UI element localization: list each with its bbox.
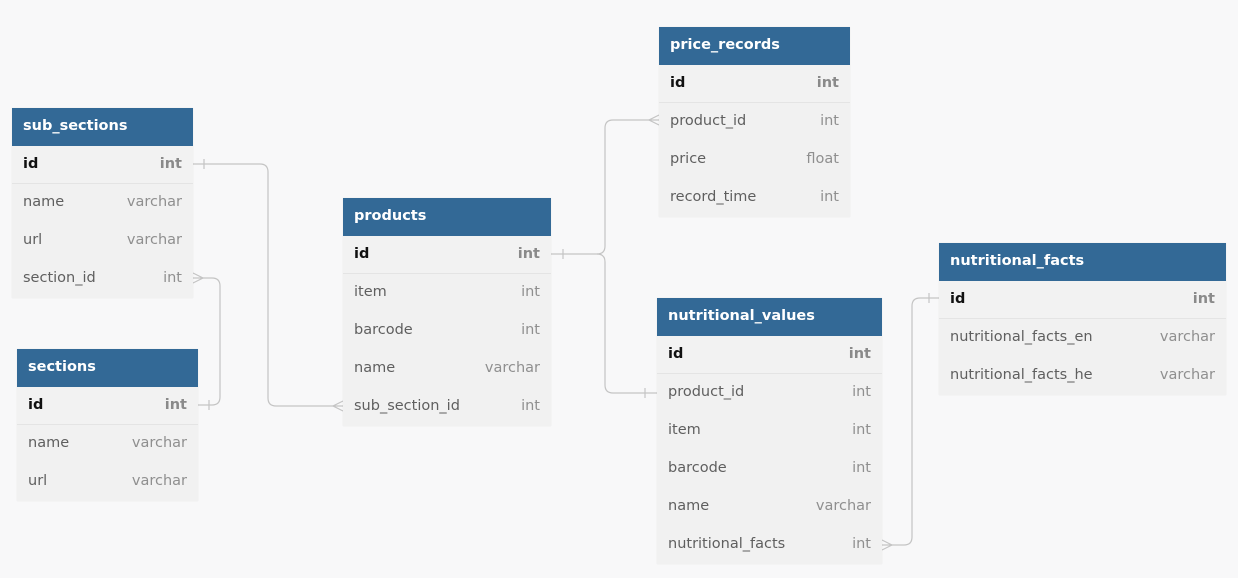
column-name: id — [23, 156, 39, 172]
column-row[interactable]: item int — [343, 274, 551, 312]
column-row[interactable]: id int — [657, 336, 882, 374]
column-row[interactable]: record_time int — [659, 179, 850, 217]
column-row[interactable]: name varchar — [12, 184, 193, 222]
column-type: int — [852, 384, 871, 400]
column-type: int — [852, 422, 871, 438]
column-row[interactable]: id int — [12, 146, 193, 184]
column-type: int — [848, 346, 871, 362]
table-header[interactable]: sections — [17, 349, 198, 387]
column-name: barcode — [668, 460, 727, 476]
column-row[interactable]: nutritional_facts int — [657, 526, 882, 564]
column-row[interactable]: id int — [659, 65, 850, 103]
column-name: name — [28, 435, 70, 451]
rel-nutritionalfacts-nutritionalvalues-line[interactable] — [882, 297, 939, 546]
table-sections[interactable]: sections id int name varchar url varchar — [17, 349, 198, 501]
column-row[interactable]: product_id int — [657, 374, 882, 412]
column-row[interactable]: price float — [659, 141, 850, 179]
table-header[interactable]: price_records — [659, 27, 850, 65]
column-type: varchar — [1159, 329, 1215, 345]
column-type: int — [521, 284, 540, 300]
column-name: record_time — [670, 189, 757, 205]
column-row[interactable]: name varchar — [17, 425, 198, 463]
table-header[interactable]: nutritional_values — [657, 298, 882, 336]
column-name: item — [354, 284, 387, 300]
column-type: int — [1192, 291, 1215, 307]
column-row[interactable]: id int — [17, 387, 198, 425]
column-type: int — [521, 398, 540, 414]
column-name: barcode — [354, 322, 413, 338]
column-type: varchar — [126, 194, 182, 210]
column-type: int — [163, 270, 182, 286]
column-type: int — [517, 246, 540, 262]
table-header[interactable]: nutritional_facts — [939, 243, 1226, 281]
column-name: price — [670, 151, 707, 167]
rel-subsections-products-line[interactable] — [193, 163, 343, 407]
table-products[interactable]: products id int item int barcode int nam… — [343, 198, 551, 426]
table-nutritional-facts[interactable]: nutritional_facts id int nutritional_fac… — [939, 243, 1226, 395]
column-name: id — [354, 246, 370, 262]
column-name: id — [668, 346, 684, 362]
column-type: varchar — [484, 360, 540, 376]
table-header[interactable]: products — [343, 198, 551, 236]
column-type: varchar — [126, 232, 182, 248]
column-row[interactable]: barcode int — [343, 312, 551, 350]
column-row[interactable]: nutritional_facts_he varchar — [939, 357, 1226, 395]
column-name: name — [354, 360, 396, 376]
column-name: url — [23, 232, 43, 248]
column-row[interactable]: item int — [657, 412, 882, 450]
column-row[interactable]: barcode int — [657, 450, 882, 488]
column-type: int — [820, 189, 839, 205]
column-type: varchar — [131, 435, 187, 451]
column-name: id — [670, 75, 686, 91]
column-name: nutritional_facts_he — [950, 367, 1093, 383]
column-type: int — [164, 397, 187, 413]
column-type: int — [852, 536, 871, 552]
column-row[interactable]: product_id int — [659, 103, 850, 141]
column-name: nutritional_facts — [668, 536, 786, 552]
table-header[interactable]: sub_sections — [12, 108, 193, 146]
column-row[interactable]: url varchar — [17, 463, 198, 501]
diagram-canvas[interactable]: sub_sections id int name varchar url var… — [0, 0, 1238, 578]
column-type: int — [852, 460, 871, 476]
column-name: sub_section_id — [354, 398, 460, 414]
column-row[interactable]: section_id int — [12, 260, 193, 298]
column-row[interactable]: name varchar — [657, 488, 882, 526]
column-row[interactable]: name varchar — [343, 350, 551, 388]
table-nutritional-values[interactable]: nutritional_values id int product_id int… — [657, 298, 882, 564]
column-row[interactable]: id int — [343, 236, 551, 274]
column-type: int — [521, 322, 540, 338]
column-row[interactable]: sub_section_id int — [343, 388, 551, 426]
column-name: product_id — [670, 113, 747, 129]
column-type: float — [806, 151, 839, 167]
column-name: url — [28, 473, 48, 489]
column-row[interactable]: nutritional_facts_en varchar — [939, 319, 1226, 357]
column-name: name — [668, 498, 710, 514]
column-row[interactable]: url varchar — [12, 222, 193, 260]
column-type: int — [820, 113, 839, 129]
column-type: int — [816, 75, 839, 91]
column-name: name — [23, 194, 65, 210]
rel-products-nutritionalvalues-line[interactable] — [596, 253, 657, 394]
rel-products-pricerecords-line[interactable] — [551, 119, 659, 255]
column-name: nutritional_facts_en — [950, 329, 1093, 345]
column-name: id — [950, 291, 966, 307]
column-type: int — [159, 156, 182, 172]
table-price-records[interactable]: price_records id int product_id int pric… — [659, 27, 850, 217]
column-row[interactable]: id int — [939, 281, 1226, 319]
column-type: varchar — [131, 473, 187, 489]
column-type: varchar — [815, 498, 871, 514]
column-type: varchar — [1159, 367, 1215, 383]
column-name: product_id — [668, 384, 745, 400]
column-name: section_id — [23, 270, 96, 286]
table-sub-sections[interactable]: sub_sections id int name varchar url var… — [12, 108, 193, 298]
column-name: item — [668, 422, 701, 438]
column-name: id — [28, 397, 44, 413]
